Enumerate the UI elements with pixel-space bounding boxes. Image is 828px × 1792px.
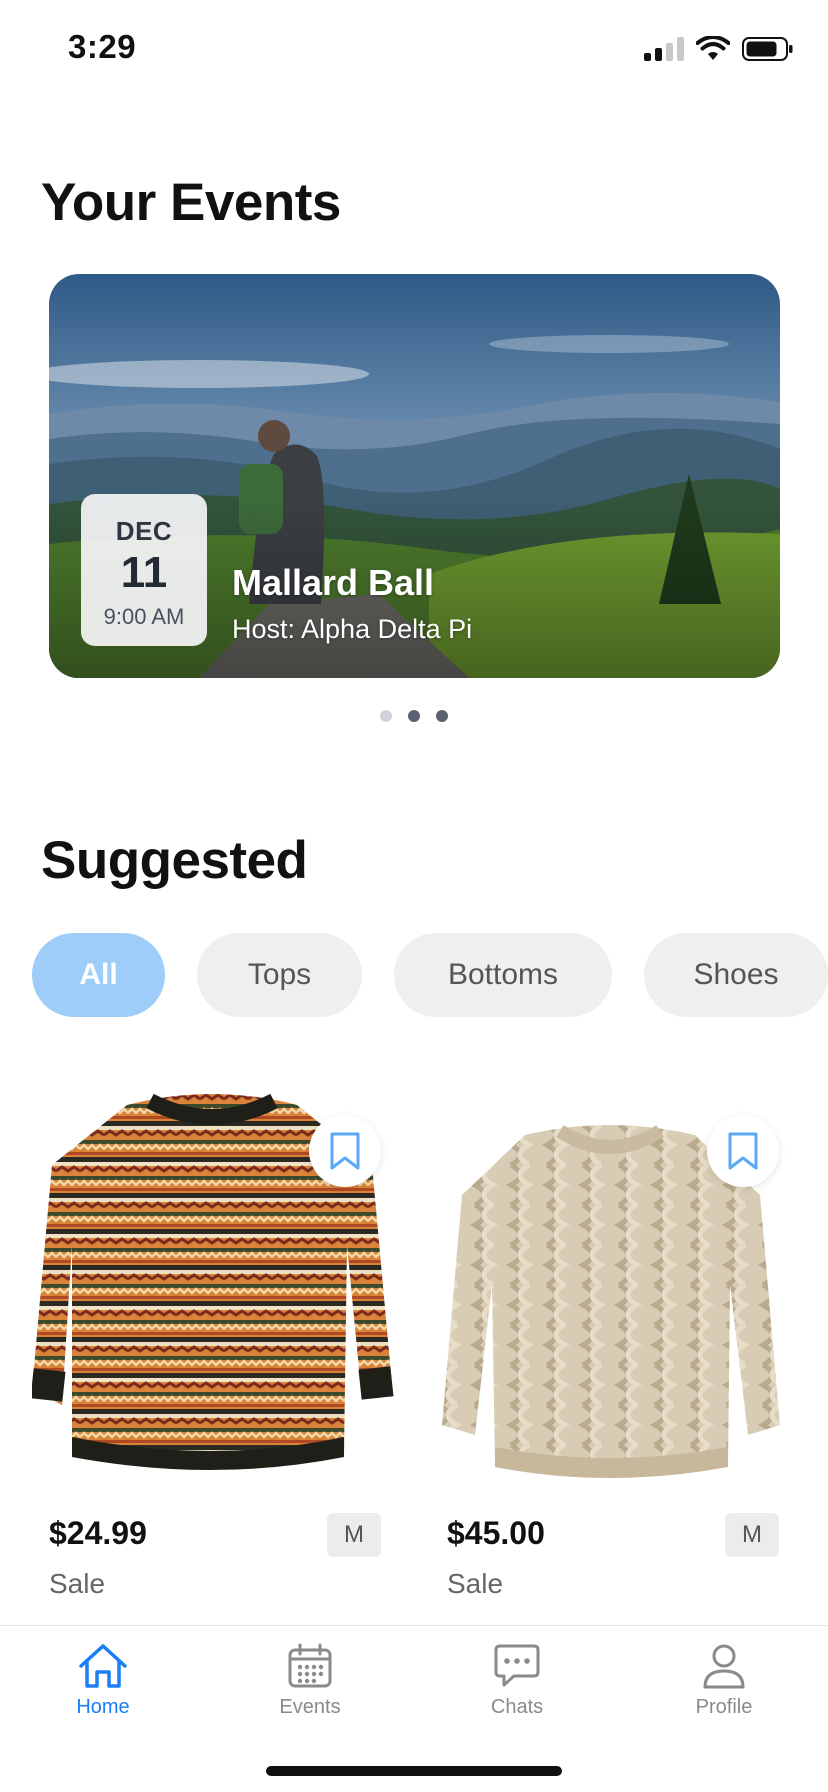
status-bar: 3:29	[0, 0, 828, 96]
tab-chats[interactable]: Chats	[447, 1642, 587, 1722]
pager-dot[interactable]	[408, 710, 420, 722]
cellular-signal-icon	[644, 37, 684, 61]
events-section-title: Your Events	[41, 173, 341, 232]
pager-dot[interactable]	[380, 710, 392, 722]
filter-chip-shoes[interactable]: Shoes	[644, 933, 828, 1017]
tab-home[interactable]: Home	[33, 1642, 173, 1722]
calendar-icon	[288, 1643, 332, 1688]
tab-events-label: Events	[279, 1696, 341, 1718]
product-status: Sale	[447, 1568, 504, 1599]
battery-icon	[742, 37, 793, 61]
filter-chip-all[interactable]: All	[32, 933, 165, 1017]
home-icon	[79, 1644, 127, 1688]
wifi-icon	[696, 36, 730, 60]
tab-chats-label: Chats	[490, 1696, 544, 1718]
event-date-month: DEC	[115, 516, 173, 546]
event-pager-dots	[0, 710, 828, 722]
filter-chip-tops[interactable]: Tops	[197, 933, 362, 1017]
bookmark-icon	[330, 1132, 360, 1170]
product-size-badge: M	[327, 1513, 381, 1557]
event-title: Mallard Ball	[232, 562, 435, 603]
bookmark-icon	[728, 1132, 758, 1170]
person-icon	[703, 1644, 745, 1689]
bookmark-button[interactable]	[707, 1115, 779, 1187]
product-price: $45.00	[447, 1515, 545, 1551]
bookmark-button[interactable]	[309, 1115, 381, 1187]
status-time: 3:29	[68, 28, 137, 65]
filter-chip-bottoms[interactable]: Bottoms	[394, 933, 612, 1017]
event-date-badge: DEC 11 9:00 AM	[81, 494, 207, 646]
product-size-badge: M	[725, 1513, 779, 1557]
home-indicator	[266, 1766, 562, 1776]
status-icons	[644, 36, 794, 62]
tab-events[interactable]: Events	[240, 1642, 380, 1722]
tab-profile-label: Profile	[695, 1696, 753, 1718]
product-price: $24.99	[49, 1515, 147, 1551]
chat-bubble-icon	[494, 1644, 540, 1687]
event-card[interactable]: DEC 11 9:00 AM Mallard Ball Host: Alpha …	[49, 274, 780, 678]
tab-profile[interactable]: Profile	[654, 1642, 794, 1722]
event-host: Host: Alpha Delta Pi	[232, 614, 473, 644]
tab-home-label: Home	[76, 1696, 130, 1718]
pager-dot[interactable]	[436, 710, 448, 722]
event-date-day: 11	[120, 548, 168, 597]
event-date-time: 9:00 AM	[103, 604, 185, 629]
suggested-section-title: Suggested	[41, 831, 308, 890]
product-status: Sale	[49, 1568, 106, 1599]
product-card[interactable]: $24.99 M Sale	[32, 1085, 397, 1605]
product-card[interactable]: $45.00 M Sale	[430, 1085, 795, 1605]
